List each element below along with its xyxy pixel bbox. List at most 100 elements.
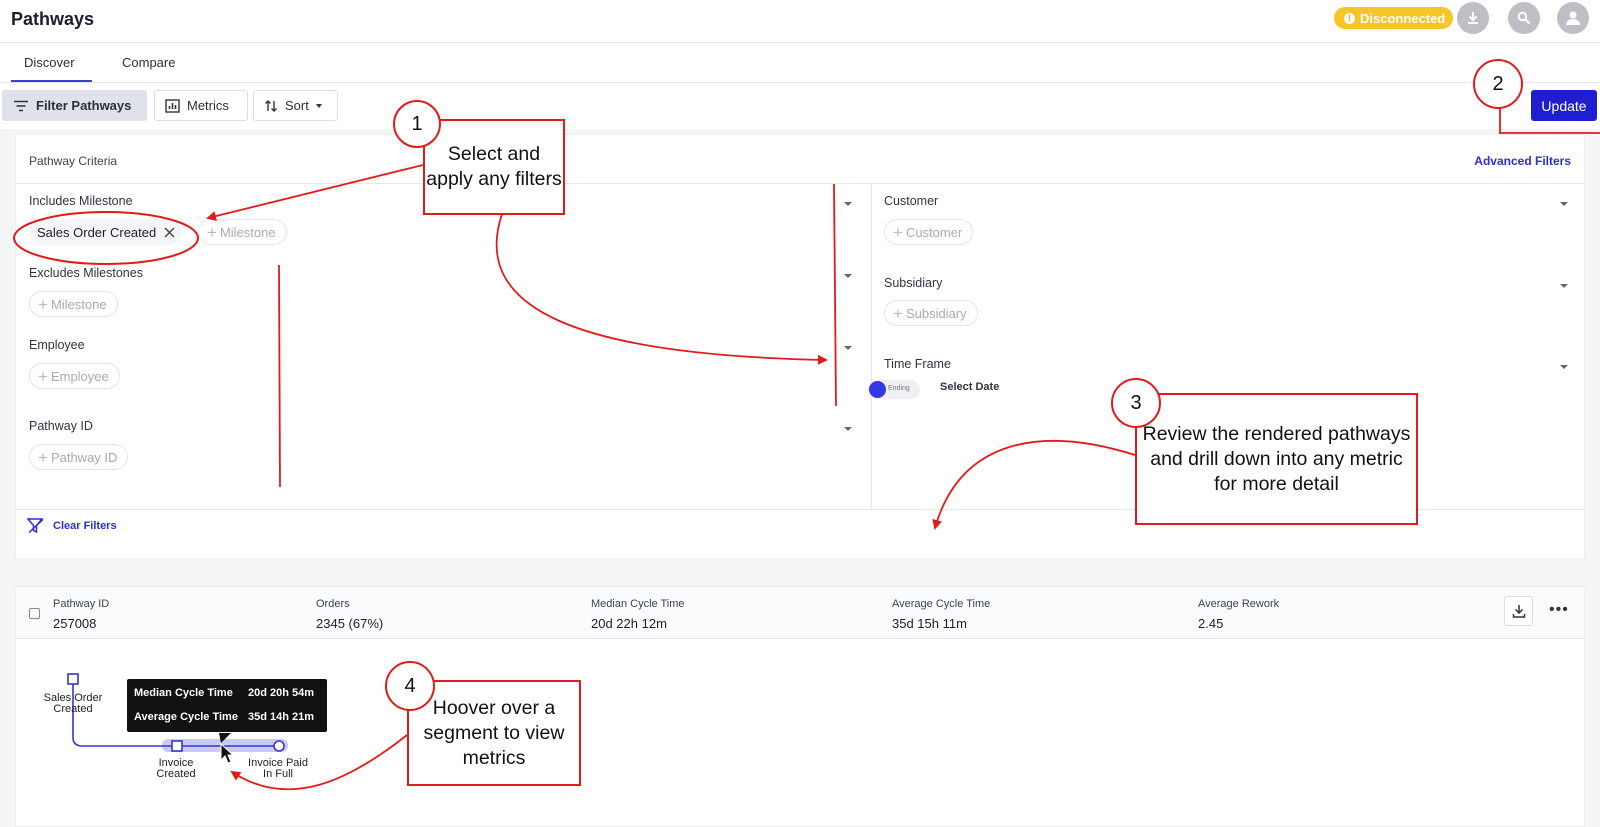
add-employee-text: Employee xyxy=(50,368,109,384)
add-pathway-id-text: Pathway ID xyxy=(50,449,118,465)
download-icon xyxy=(1512,605,1525,618)
invoice-paid-line2: In Full xyxy=(263,768,293,780)
select-pathway-checkbox[interactable] xyxy=(29,608,40,619)
add-subsidiary-chip[interactable]: + Subsidiary xyxy=(884,300,978,326)
top-bar: Pathways ! Disconnected xyxy=(0,0,1600,43)
customer-dropdown-caret[interactable] xyxy=(1560,202,1568,206)
download-pathway-button[interactable] xyxy=(1504,596,1533,626)
invoice-created-line2: Created xyxy=(156,768,196,780)
plus-icon: + xyxy=(893,222,903,242)
add-milestone-text: Milestone xyxy=(219,224,276,240)
clear-filters-label: Clear Filters xyxy=(53,520,117,532)
update-button[interactable]: Update xyxy=(1531,90,1597,121)
add-employee-chip[interactable]: + Employee xyxy=(29,363,120,389)
average-rework-value[interactable]: 2.45 xyxy=(1198,616,1223,631)
search-icon xyxy=(1517,11,1531,25)
user-icon xyxy=(1566,11,1580,25)
tooltip-median-label: Median Cycle Time xyxy=(134,687,233,699)
excludes-dropdown-caret[interactable] xyxy=(844,274,852,278)
subsidiary-dropdown-caret[interactable] xyxy=(1560,284,1568,288)
sort-arrows-icon xyxy=(265,99,277,112)
clear-filters-button[interactable]: Clear Filters xyxy=(27,518,117,534)
download-button[interactable] xyxy=(1457,2,1489,34)
includes-milestone-label: Includes Milestone xyxy=(29,194,133,208)
customer-label: Customer xyxy=(884,194,939,208)
callout-4-box: Hoover over a segment to view metrics xyxy=(407,680,581,786)
filter-off-icon xyxy=(27,518,44,534)
add-customer-chip[interactable]: + Customer xyxy=(884,219,974,245)
callout-3-box: Review the rendered pathways and drill d… xyxy=(1135,393,1418,525)
more-options-icon[interactable]: ••• xyxy=(1549,601,1569,619)
user-menu-button[interactable] xyxy=(1557,2,1589,34)
select-date-link[interactable]: Select Date xyxy=(940,381,999,393)
time-frame-label: Time Frame xyxy=(884,357,951,371)
callout-4-number: 4 xyxy=(385,661,435,711)
pathway-id-dropdown-caret[interactable] xyxy=(844,427,852,431)
orders-column-label: Orders xyxy=(316,598,350,610)
median-cycle-time-label: Median Cycle Time xyxy=(591,598,685,610)
plus-icon: + xyxy=(207,222,217,242)
add-milestone-chip[interactable]: + Milestone xyxy=(198,219,287,245)
criteria-title: Pathway Criteria xyxy=(29,154,118,168)
plus-icon: + xyxy=(38,366,48,386)
add-pathway-id-chip[interactable]: + Pathway ID xyxy=(29,444,129,470)
pathway-id-column-label: Pathway ID xyxy=(53,598,110,610)
orders-value[interactable]: 2345 (67%) xyxy=(316,616,383,631)
column-divider xyxy=(871,184,872,509)
pathway-id-label: Pathway ID xyxy=(29,419,93,433)
selected-milestone-chip[interactable]: Sales Order Created xyxy=(29,219,183,245)
average-cycle-time-value[interactable]: 35d 15h 11m xyxy=(892,616,967,631)
filter-pathways-button[interactable]: Filter Pathways xyxy=(2,90,147,121)
metrics-button[interactable]: Metrics xyxy=(154,90,248,121)
ending-toggle[interactable]: Ending xyxy=(868,380,920,399)
median-cycle-time-value[interactable]: 20d 22h 12m xyxy=(591,616,667,631)
selected-milestone-text: Sales Order Created xyxy=(37,224,157,240)
metrics-label: Metrics xyxy=(187,98,229,113)
filter-lines-icon xyxy=(14,100,28,111)
employee-label: Employee xyxy=(29,338,85,352)
status-text: Disconnected xyxy=(1360,10,1446,26)
active-tab-indicator xyxy=(11,80,92,82)
status-badge[interactable]: ! Disconnected xyxy=(1334,7,1454,29)
tooltip-average-label: Average Cycle Time xyxy=(134,711,238,723)
sort-button[interactable]: Sort xyxy=(253,90,338,121)
tab-discover[interactable]: Discover xyxy=(24,55,75,70)
plus-icon: + xyxy=(38,447,48,467)
exclude-milestone-chip[interactable]: + Milestone xyxy=(29,291,118,317)
tab-compare[interactable]: Compare xyxy=(122,55,175,70)
callout-2-number: 2 xyxy=(1473,59,1523,109)
tab-bar: Discover Compare xyxy=(0,43,1600,83)
info-icon: ! xyxy=(1344,12,1355,24)
employee-dropdown-caret[interactable] xyxy=(844,346,852,350)
time-frame-dropdown-caret[interactable] xyxy=(1560,365,1568,369)
start-node-label: Sales Order Created xyxy=(33,693,113,715)
callout-1-box: Select and apply any filters xyxy=(423,119,565,215)
add-customer-text: Customer xyxy=(905,224,963,240)
subsidiary-label: Subsidiary xyxy=(884,276,943,290)
search-button[interactable] xyxy=(1508,2,1540,34)
bar-chart-icon xyxy=(165,98,180,113)
average-rework-label: Average Rework xyxy=(1198,598,1280,610)
filter-pathways-label: Filter Pathways xyxy=(36,98,132,113)
plus-icon: + xyxy=(893,303,903,323)
criteria-header: Pathway Criteria Advanced Filters xyxy=(16,135,1584,184)
exclude-milestone-text: Milestone xyxy=(50,296,107,312)
average-cycle-time-label: Average Cycle Time xyxy=(892,598,991,610)
segment-metrics-tooltip: Median Cycle Time 20d 20h 54m Average Cy… xyxy=(127,679,327,732)
advanced-filters-link[interactable]: Advanced Filters xyxy=(1474,154,1571,168)
invoice-created-label: Invoice Created xyxy=(136,758,216,780)
app-title: Pathways xyxy=(11,9,95,29)
download-icon xyxy=(1468,12,1478,24)
tooltip-average-value: 35d 14h 21m xyxy=(248,711,315,723)
pathway-metrics-header: Pathway ID 257008 Orders 2345 (67%) Medi… xyxy=(16,587,1584,639)
includes-dropdown-caret[interactable] xyxy=(844,202,852,206)
close-icon[interactable] xyxy=(164,227,175,238)
invoice-paid-label: Invoice Paid In Full xyxy=(238,758,318,780)
toggle-text: Ending xyxy=(888,385,910,392)
pathway-id-value[interactable]: 257008 xyxy=(53,616,96,631)
start-node-line2: Created xyxy=(53,703,93,715)
excludes-milestones-label: Excludes Milestones xyxy=(29,266,143,280)
add-subsidiary-text: Subsidiary xyxy=(905,305,967,321)
toggle-knob xyxy=(869,381,886,398)
callout-1-number: 1 xyxy=(393,100,441,148)
